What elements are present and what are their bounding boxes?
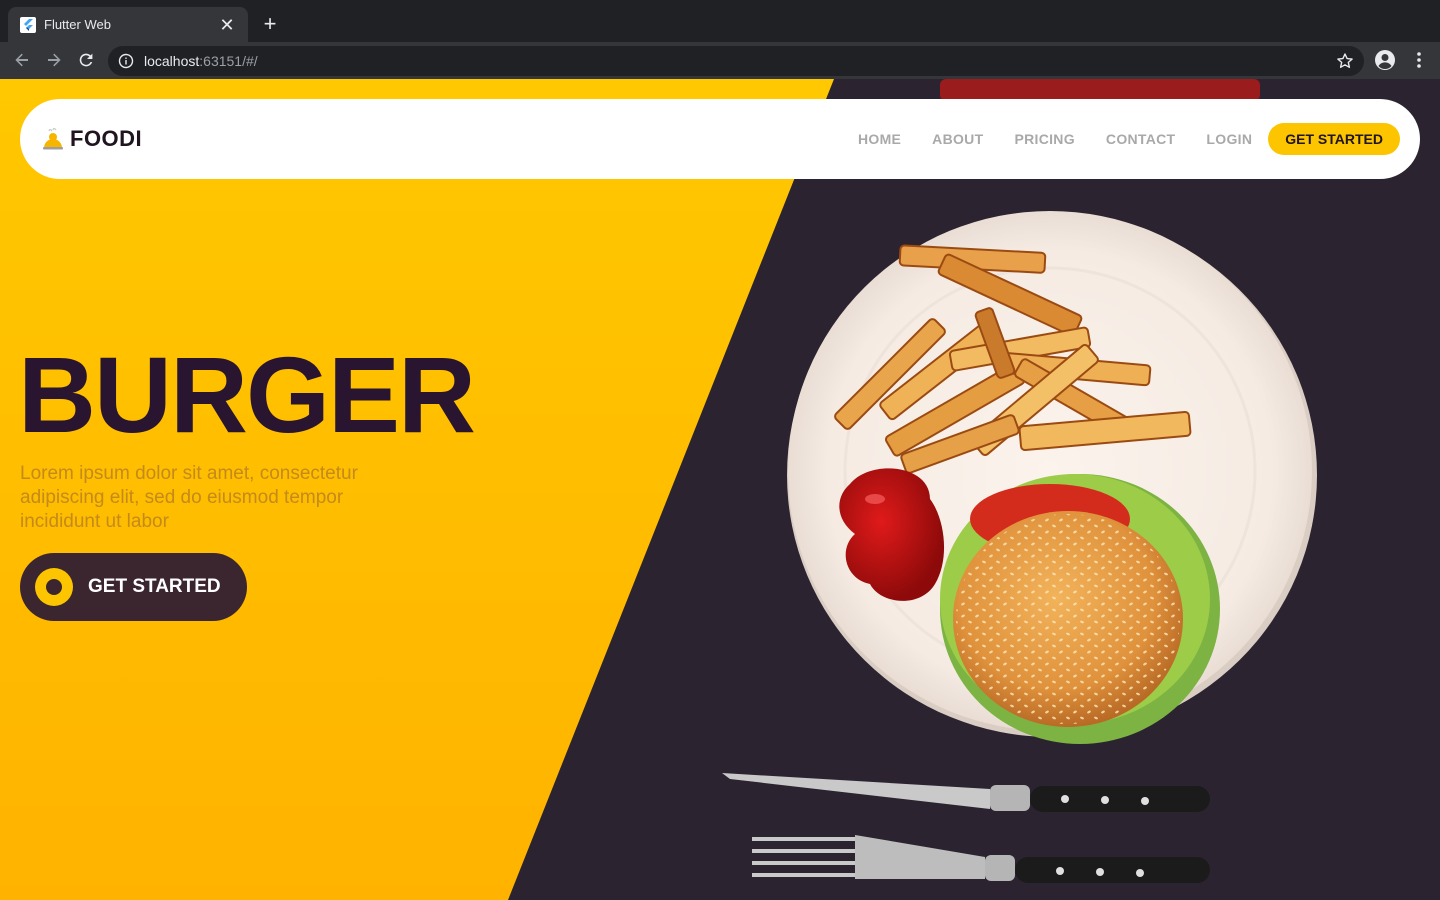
more-vert-icon[interactable] [1408,49,1430,71]
hero-description: Lorem ipsum dolor sit amet, consectetur … [20,463,358,532]
get-started-nav-button[interactable]: GET STARTED [1268,123,1400,155]
chef-hat-icon [43,127,63,150]
browser-tab-strip: Flutter Web ✕ + [0,0,1440,42]
url-host: localhost [144,53,200,69]
reload-icon[interactable] [74,48,98,72]
brand-logo[interactable]: FOODI [40,126,142,152]
flutter-logo-icon [20,16,36,33]
nav-contact[interactable]: CONTACT [1106,131,1176,147]
url-text[interactable]: localhost:63151/#/ [144,53,1336,69]
nav-about[interactable]: ABOUT [932,131,983,147]
address-bar[interactable]: localhost:63151/#/ [108,46,1364,76]
page-viewport: FOODI HOME ABOUT PRICING CONTACT LOGIN G… [0,79,1440,900]
account-icon[interactable] [1374,49,1396,71]
get-started-hero-button[interactable]: GET STARTED [20,553,247,621]
hero-title: BURGER [18,334,476,455]
tab-title: Flutter Web [44,17,111,32]
plus-icon[interactable]: + [258,12,282,36]
brand-name: FOODI [70,126,143,151]
nav-links: HOME ABOUT PRICING CONTACT LOGIN GET STA… [827,99,1400,179]
nav-login[interactable]: LOGIN [1206,131,1252,147]
browser-toolbar: localhost:63151/#/ [0,42,1440,79]
nav-home[interactable]: HOME [858,131,901,147]
nav-pricing[interactable]: PRICING [1014,131,1074,147]
browser-tab[interactable]: Flutter Web ✕ [8,7,248,42]
arrow-forward-icon[interactable] [42,48,66,72]
url-path: :63151/#/ [199,53,258,69]
star-icon[interactable] [1336,52,1354,70]
site-navbar: FOODI HOME ABOUT PRICING CONTACT LOGIN G… [20,99,1420,179]
arrow-back-icon[interactable] [10,48,34,72]
info-icon[interactable] [118,53,134,69]
close-icon[interactable]: ✕ [218,16,236,34]
ring-icon [35,568,73,606]
hero-button-label: GET STARTED [88,576,221,597]
